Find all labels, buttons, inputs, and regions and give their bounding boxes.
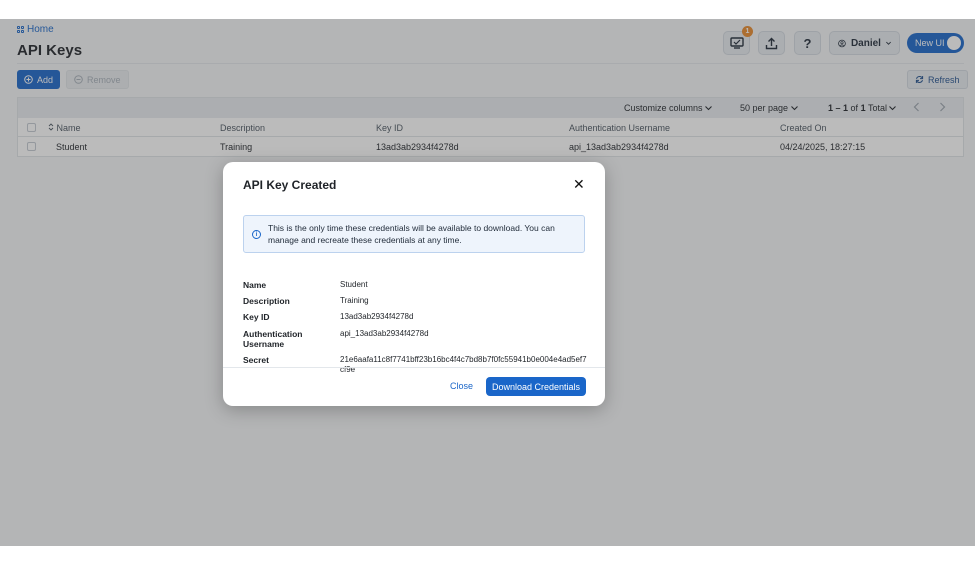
field-value-secret: 21e6aafa11c8f7741bff23b16bc4f4c7bd8b7f0f… (340, 355, 587, 374)
info-banner: i This is the only time these credential… (243, 215, 585, 253)
close-icon[interactable]: ✕ (573, 177, 585, 191)
dialog-title: API Key Created (243, 178, 337, 192)
app-window: Home API Keys 1 ? Daniel New UI Add Remo… (0, 19, 975, 546)
field-value-auth-username: api_13ad3ab2934f4278d (340, 329, 429, 338)
bottom-band (0, 546, 975, 564)
close-button[interactable]: Close (450, 381, 473, 391)
download-credentials-button[interactable]: Download Credentials (486, 377, 586, 396)
field-value-description: Training (340, 296, 369, 305)
api-key-created-dialog: API Key Created ✕ i This is the only tim… (223, 162, 605, 406)
field-label-secret: Secret (243, 355, 269, 365)
field-label-auth-username: Authentication Username (243, 329, 303, 349)
field-value-name: Student (340, 280, 368, 289)
info-text: This is the only time these credentials … (268, 223, 555, 245)
field-label-key-id: Key ID (243, 312, 270, 322)
field-value-key-id: 13ad3ab2934f4278d (340, 312, 414, 321)
info-icon: i (252, 230, 261, 239)
top-band (0, 0, 975, 19)
field-label-description: Description (243, 296, 290, 306)
dialog-footer-divider (223, 367, 605, 368)
field-label-name: Name (243, 280, 267, 290)
